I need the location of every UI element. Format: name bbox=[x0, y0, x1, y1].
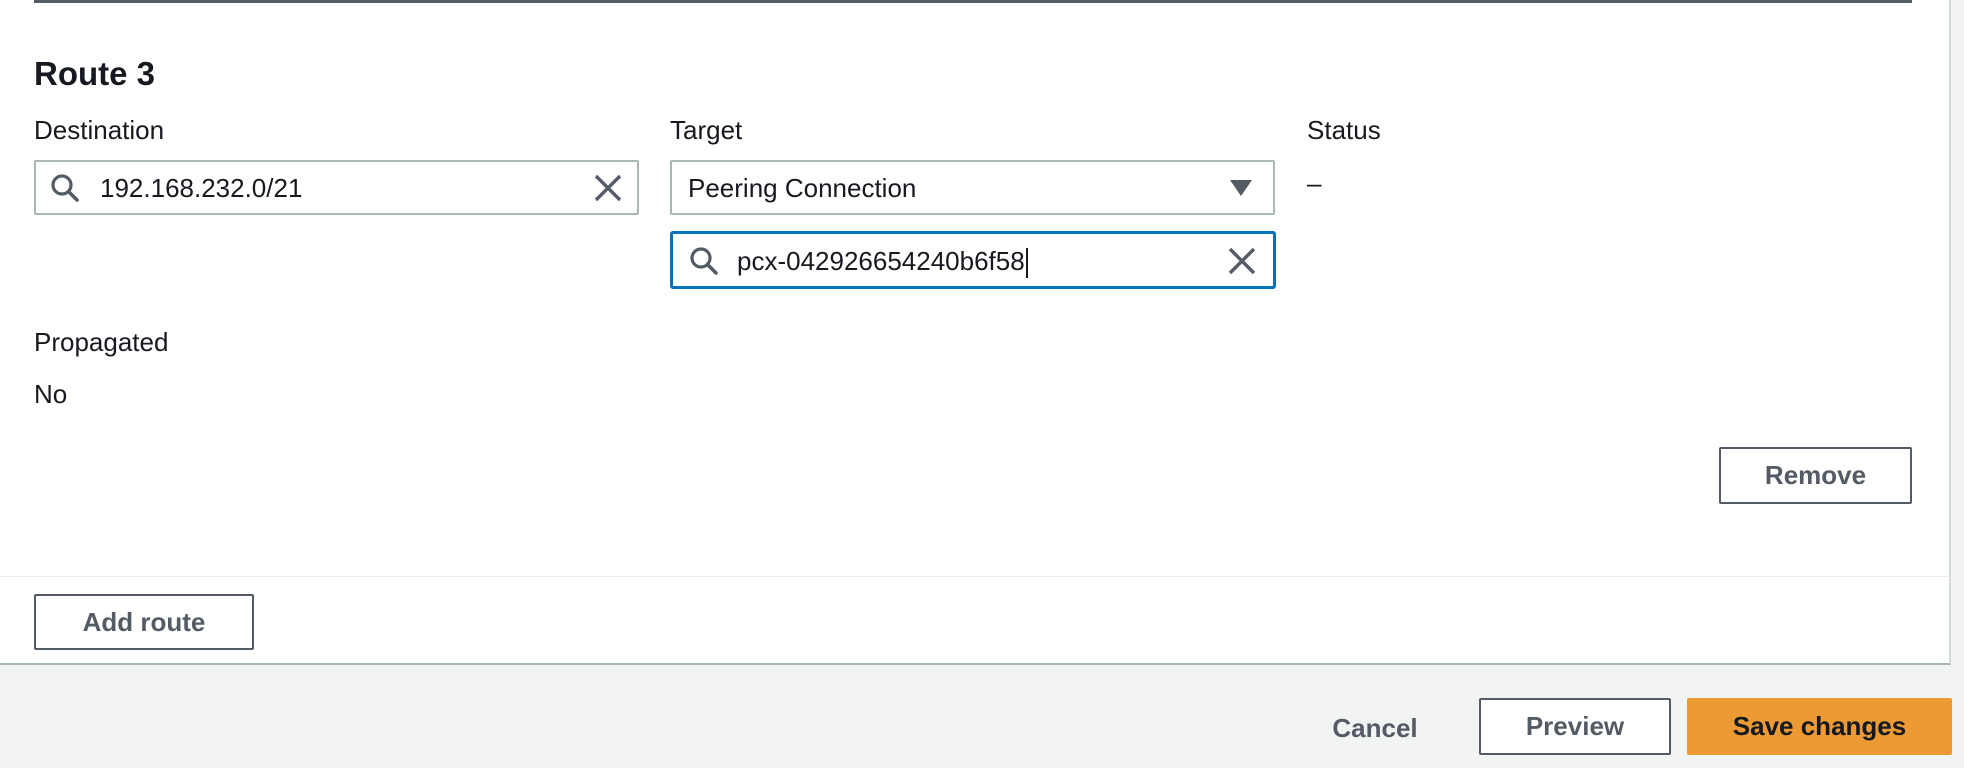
search-icon bbox=[689, 246, 719, 276]
target-type-select[interactable]: Peering Connection bbox=[670, 160, 1275, 215]
propagated-label: Propagated bbox=[34, 327, 169, 357]
target-label: Target bbox=[670, 115, 743, 145]
target-search-value: pcx-042926654240b6f58 bbox=[737, 246, 1025, 276]
target-type-value: Peering Connection bbox=[688, 173, 917, 203]
route-table-panel: Route 3 Destination 192.168.232.0/21 Tar… bbox=[0, 0, 1951, 665]
status-label: Status bbox=[1307, 115, 1381, 145]
destination-value: 192.168.232.0/21 bbox=[100, 173, 303, 203]
destination-label: Destination bbox=[34, 115, 165, 145]
search-icon bbox=[50, 173, 80, 203]
section-divider bbox=[34, 0, 1912, 3]
preview-button[interactable]: Preview bbox=[1479, 698, 1671, 755]
clear-icon[interactable] bbox=[1227, 246, 1257, 276]
cancel-button[interactable]: Cancel bbox=[1310, 700, 1440, 756]
add-route-button[interactable]: Add route bbox=[34, 594, 254, 650]
destination-input[interactable]: 192.168.232.0/21 bbox=[34, 160, 639, 215]
remove-route-button[interactable]: Remove bbox=[1719, 447, 1912, 504]
save-changes-button[interactable]: Save changes bbox=[1687, 698, 1952, 755]
caret-down-icon bbox=[1229, 178, 1253, 198]
target-search-input[interactable]: pcx-042926654240b6f58 bbox=[670, 231, 1276, 289]
clear-icon[interactable] bbox=[593, 173, 623, 203]
propagated-value: No bbox=[34, 379, 68, 409]
section-divider bbox=[0, 576, 1949, 577]
target-search-text: pcx-042926654240b6f58 bbox=[737, 244, 1028, 279]
status-value: – bbox=[1307, 168, 1322, 198]
text-cursor bbox=[1025, 248, 1028, 279]
route-title: Route 3 bbox=[34, 55, 156, 92]
